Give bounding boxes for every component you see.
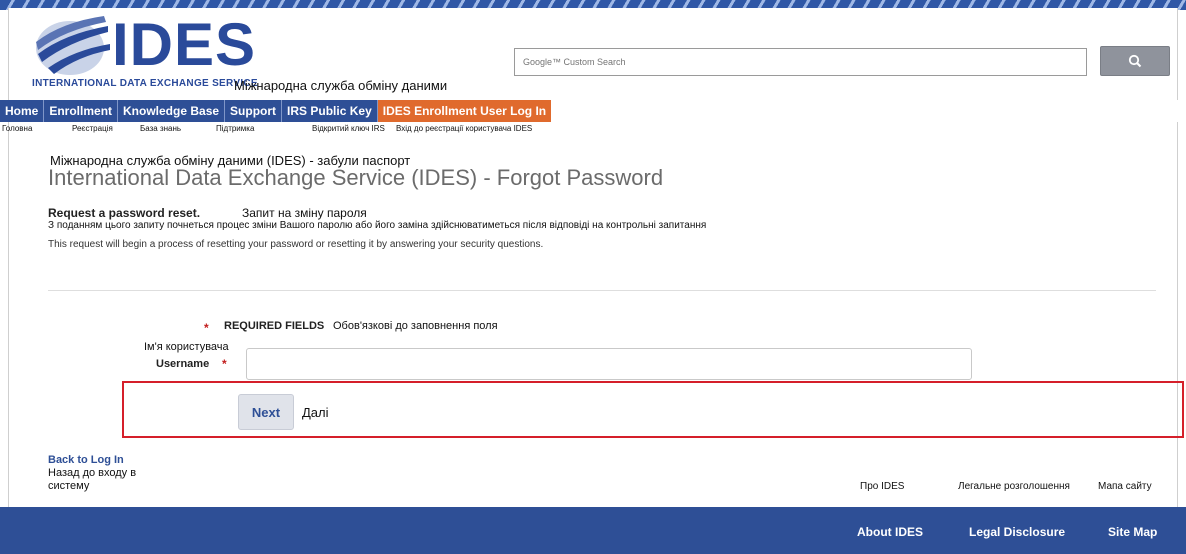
logo-translation: Міжнародна служба обміну даними: [234, 78, 448, 93]
search-button[interactable]: [1100, 46, 1170, 76]
back-to-login-translation: Назад до входу в систему: [48, 467, 137, 492]
footer-legal-link[interactable]: Legal Disclosure: [969, 525, 1065, 539]
request-heading-translation: Запит на зміну пароля: [242, 206, 367, 220]
required-fields-label: REQUIRED FIELDS: [224, 320, 325, 332]
footer-sitemap-link[interactable]: Site Map: [1108, 525, 1157, 539]
footer-legal-translation: Легальне розголошення: [958, 481, 1070, 492]
back-to-login-link[interactable]: Back to Log In: [48, 454, 124, 466]
required-asterisk: *: [204, 321, 209, 335]
nav-translation-support: Підтримка: [216, 124, 255, 133]
nav-translation-enrollment: Реєстрація: [72, 124, 113, 133]
page-title: International Data Exchange Service (IDE…: [48, 165, 664, 190]
footer-about-link[interactable]: About IDES: [857, 525, 923, 539]
request-description: This request will begin a process of res…: [48, 239, 544, 250]
footer-sitemap-translation: Мапа сайту: [1098, 481, 1152, 492]
username-label: Username: [156, 358, 210, 370]
required-fields-translation: Обов'язкові до заповнення поля: [333, 320, 498, 332]
request-heading: Request a password reset.: [48, 206, 201, 220]
nav-bar: Home Enrollment Knowledge Base Support I…: [0, 100, 552, 122]
username-label-translation: Ім'я користувача: [144, 341, 229, 353]
nav-translation-irs-public-key: Відкритий ключ IRS: [312, 124, 385, 133]
page-frame: [8, 8, 1178, 554]
ides-logo[interactable]: IDES INTERNATIONAL DATA EXCHANGE SERVICE: [32, 14, 258, 90]
globe-logo-icon: [36, 16, 110, 75]
section-divider: [48, 290, 1156, 291]
username-required-asterisk: *: [222, 357, 227, 371]
nav-item-knowledge-base[interactable]: Knowledge Base: [118, 100, 226, 122]
next-button[interactable]: Next: [238, 394, 294, 430]
logo-wordmark: IDES: [112, 11, 257, 78]
logo-subtitle: INTERNATIONAL DATA EXCHANGE SERVICE: [32, 78, 258, 89]
next-button-translation: Далі: [302, 405, 329, 420]
footer-about-translation: Про IDES: [860, 481, 905, 492]
nav-item-home[interactable]: Home: [0, 100, 45, 122]
nav-translation-knowledge-base: База знань: [140, 124, 182, 133]
main-nav: Home Enrollment Knowledge Base Support I…: [0, 100, 1186, 122]
username-input[interactable]: [246, 348, 972, 380]
nav-translation-home: Головна: [2, 124, 33, 133]
nav-item-enrollment-login[interactable]: IDES Enrollment User Log In: [377, 100, 552, 122]
search-icon: [1128, 54, 1142, 68]
nav-item-support[interactable]: Support: [225, 100, 283, 122]
nav-translation-enrollment-login: Вхід до реєстрації користувача IDES: [396, 124, 533, 133]
request-description-translation: З поданням цього запиту почнеться процес…: [48, 220, 707, 231]
nav-item-irs-public-key[interactable]: IRS Public Key: [282, 100, 378, 122]
search-field-wrapper: [514, 48, 1087, 76]
nav-item-enrollment[interactable]: Enrollment: [44, 100, 119, 122]
search-input[interactable]: [515, 49, 1086, 75]
